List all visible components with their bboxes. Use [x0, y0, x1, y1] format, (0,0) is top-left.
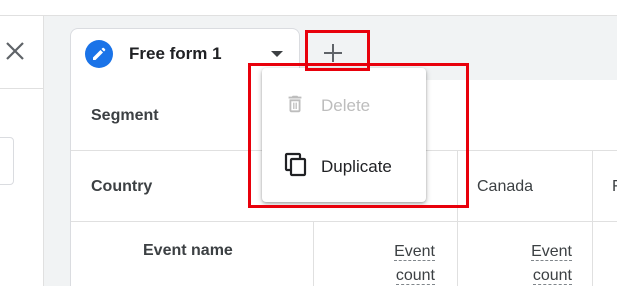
metric-header-event-count[interactable]: Event count	[371, 240, 435, 286]
metric-label-line1: Event	[394, 243, 435, 261]
column-divider	[592, 150, 593, 286]
metric-label-line2: count	[532, 267, 572, 285]
row-divider	[71, 221, 617, 222]
column-divider	[313, 221, 314, 286]
left-card[interactable]	[0, 137, 14, 185]
metric-label-line2: count	[395, 267, 435, 285]
pencil-icon	[85, 40, 113, 68]
close-icon[interactable]	[4, 40, 26, 62]
row-dimension-label: Event name	[143, 242, 233, 259]
country-value-canada: Canada	[477, 178, 534, 195]
left-top-strip	[0, 0, 44, 16]
tab-label: Free form 1	[129, 44, 222, 63]
country-label: Country	[91, 178, 153, 195]
header-strip	[44, 0, 617, 16]
segment-label: Segment	[91, 107, 159, 124]
metric-label-line1: Event	[531, 243, 572, 261]
highlight-menu	[248, 63, 469, 208]
country-value-next: F	[612, 178, 617, 195]
caret-down-icon[interactable]	[271, 51, 283, 57]
metric-header-event-count[interactable]: Event count	[508, 240, 572, 286]
left-divider	[0, 88, 44, 89]
